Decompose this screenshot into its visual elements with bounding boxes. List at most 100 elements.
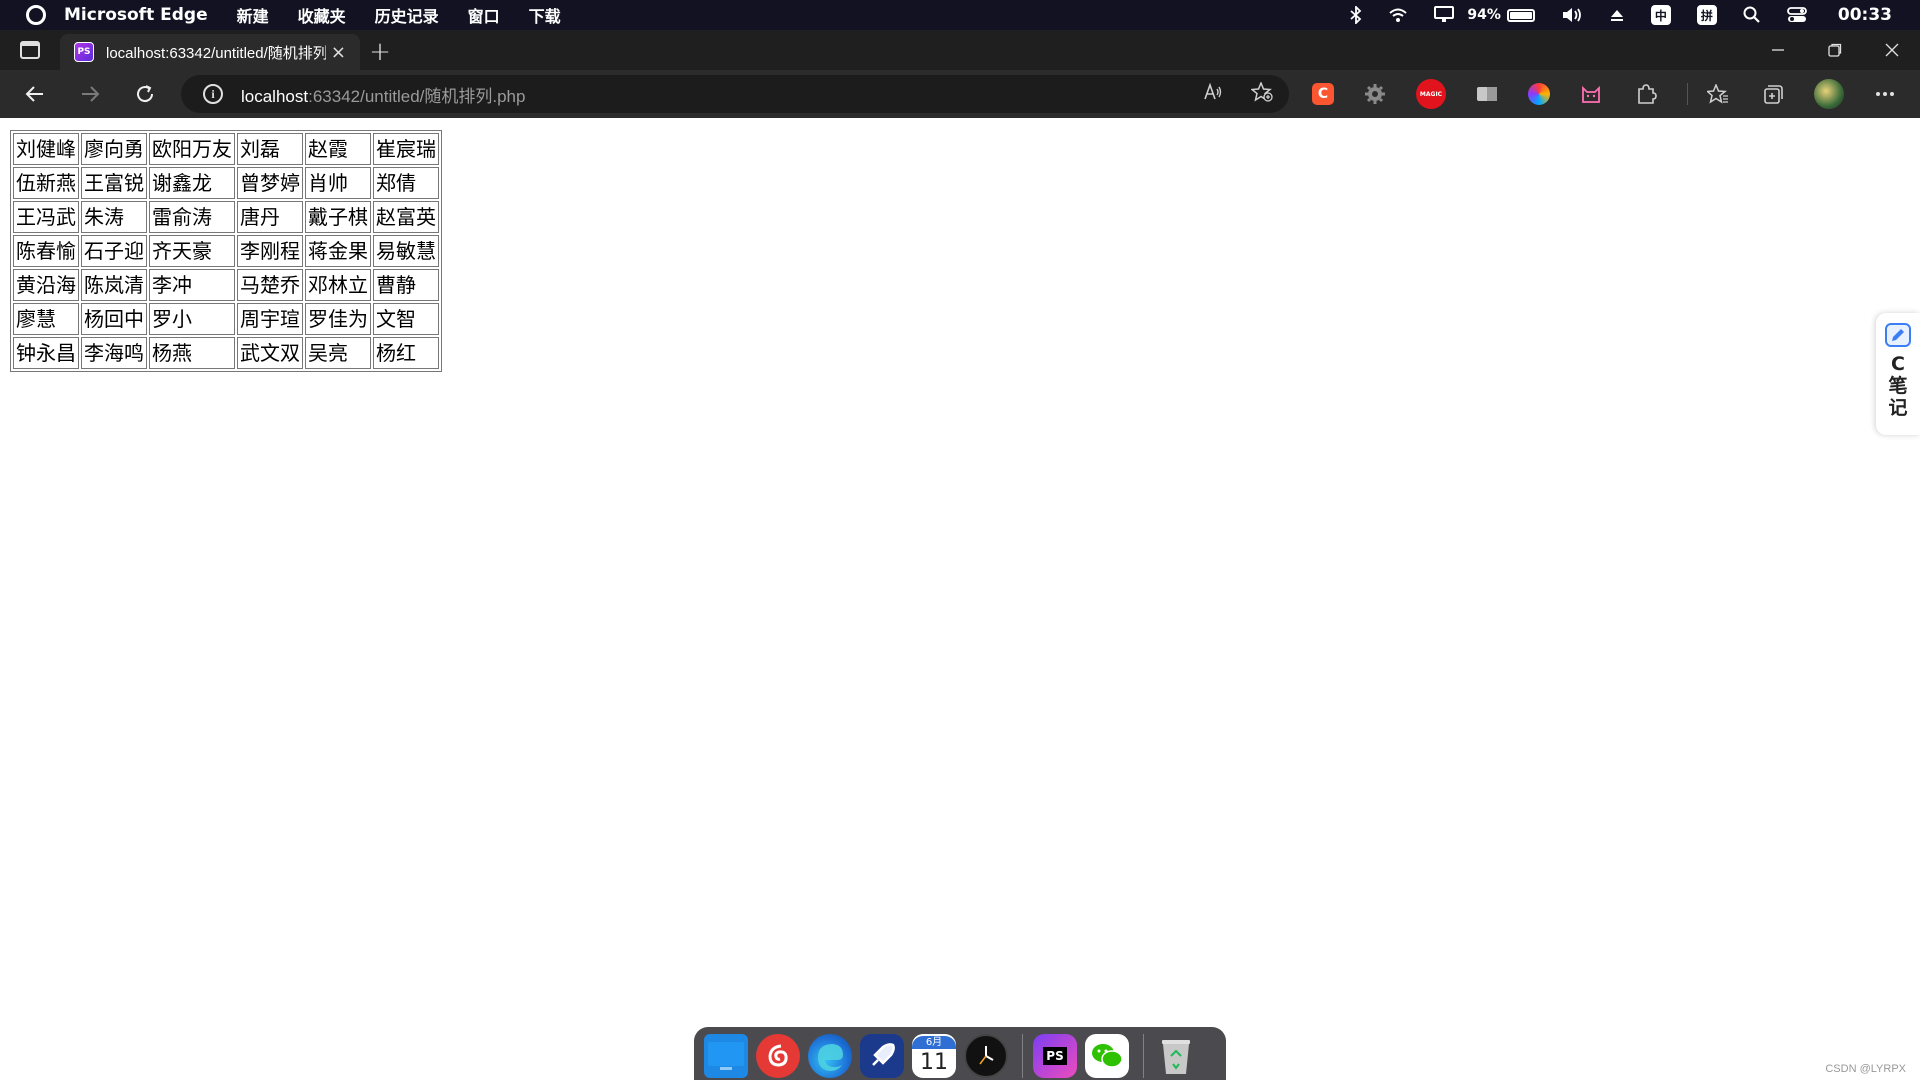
name-cell: 黄沿海 <box>13 269 79 301</box>
calendar-dock-icon[interactable]: 6月 11 <box>912 1034 956 1078</box>
collections-icon[interactable] <box>1759 80 1787 108</box>
restore-button[interactable] <box>1806 30 1863 70</box>
name-cell: 杨回中 <box>81 303 147 335</box>
name-cell: 刘健峰 <box>13 133 79 165</box>
launchpad-rocket-dock-icon[interactable] <box>860 1034 904 1078</box>
table-row: 伍新燕 王富锐 谢鑫龙 曾梦婷 肖帅 郑倩 <box>13 167 439 199</box>
volume-icon[interactable] <box>1561 6 1583 24</box>
name-cell: 欧阳万友 <box>149 133 235 165</box>
more-menu-icon[interactable] <box>1871 80 1899 108</box>
c-notes-side-widget[interactable]: C笔记 <box>1876 313 1920 435</box>
forward-arrow-icon <box>81 86 99 102</box>
menu-history[interactable]: 历史记录 <box>375 3 439 27</box>
app-menu-edge[interactable]: Microsoft Edge <box>64 5 208 25</box>
name-cell: 杨红 <box>373 337 439 369</box>
eject-icon[interactable] <box>1609 7 1625 23</box>
name-cell: 雷俞涛 <box>149 201 235 233</box>
page-content: 刘健峰 廖向勇 欧阳万友 刘磊 赵霞 崔宸瑞 伍新燕 王富锐 谢鑫龙 曾梦婷 肖帅 郑倩 王冯武 朱涛 雷俞… <box>0 118 1920 1080</box>
url-host: localhost <box>241 86 309 106</box>
profile-avatar[interactable] <box>1814 79 1844 109</box>
tab-actions-button[interactable] <box>0 30 60 70</box>
back-button[interactable] <box>7 70 62 118</box>
control-center-icon[interactable] <box>1786 6 1807 24</box>
cat-extension-icon[interactable] <box>1577 80 1605 108</box>
menu-favorites[interactable]: 收藏夹 <box>298 3 346 27</box>
site-info-icon[interactable]: i <box>203 84 223 104</box>
tab-close-icon[interactable]: × <box>331 42 346 63</box>
refresh-button[interactable] <box>117 70 172 118</box>
toolbar-separator <box>1687 83 1688 105</box>
name-cell: 钟永昌 <box>13 337 79 369</box>
magic-extension-icon[interactable]: MAGIC <box>1416 79 1446 109</box>
input-method-chinese-icon[interactable]: 中 <box>1650 5 1671 25</box>
trash-dock-icon[interactable] <box>1154 1034 1198 1078</box>
names-table-body: 刘健峰 廖向勇 欧阳万友 刘磊 赵霞 崔宸瑞 伍新燕 王富锐 谢鑫龙 曾梦婷 肖帅 郑倩 王冯武 朱涛 雷俞… <box>13 133 439 369</box>
minimize-button[interactable] <box>1749 30 1806 70</box>
clock-dock-icon[interactable] <box>964 1034 1008 1078</box>
name-cell: 郑倩 <box>373 167 439 199</box>
name-cell: 吴亮 <box>305 337 371 369</box>
edge-dock-icon[interactable] <box>808 1034 852 1078</box>
name-cell: 陈岚清 <box>81 269 147 301</box>
csdn-extension-icon[interactable]: C <box>1312 83 1334 105</box>
new-tab-button[interactable]: + <box>360 34 400 70</box>
menu-window[interactable]: 窗口 <box>468 3 500 27</box>
name-cell: 谢鑫龙 <box>149 167 235 199</box>
name-cell: 邓林立 <box>305 269 371 301</box>
add-favorite-icon[interactable] <box>1250 80 1273 107</box>
address-url[interactable]: localhost:63342/untitled/随机排列.php <box>241 82 525 107</box>
dock-separator-2 <box>1143 1034 1144 1078</box>
note-pencil-icon <box>1885 323 1911 347</box>
menubar-clock[interactable]: 00:33 <box>1838 5 1892 25</box>
gear-extension-icon[interactable] <box>1361 80 1389 108</box>
name-cell: 陈春愉 <box>13 235 79 267</box>
system-menu-icon[interactable] <box>26 5 46 25</box>
input-method-pinyin-icon[interactable]: 拼 <box>1696 5 1717 25</box>
finder-extension-icon[interactable] <box>1473 80 1501 108</box>
menu-downloads[interactable]: 下载 <box>529 3 561 27</box>
name-cell: 李海鸣 <box>81 337 147 369</box>
name-cell: 武文双 <box>237 337 303 369</box>
calendar-day: 11 <box>920 1049 948 1075</box>
name-cell: 蒋金果 <box>305 235 371 267</box>
battery-icon[interactable] <box>1506 8 1535 22</box>
name-cell: 王冯武 <box>13 201 79 233</box>
display-icon[interactable] <box>1434 6 1455 24</box>
c-notes-label: C笔记 <box>1888 353 1908 419</box>
read-aloud-icon[interactable] <box>1203 82 1223 106</box>
name-cell: 赵霞 <box>305 133 371 165</box>
finder-dock-icon[interactable] <box>704 1034 748 1078</box>
name-cell: 周宇瑄 <box>237 303 303 335</box>
wifi-icon[interactable] <box>1388 7 1408 23</box>
name-cell: 杨燕 <box>149 337 235 369</box>
extensions-puzzle-icon[interactable] <box>1632 80 1660 108</box>
name-cell: 伍新燕 <box>13 167 79 199</box>
url-path: :63342/untitled/随机排列.php <box>308 86 526 106</box>
back-arrow-icon <box>25 86 43 102</box>
phpstorm-label: PS <box>1043 1047 1067 1065</box>
tab-actions-icon <box>20 41 40 59</box>
search-icon[interactable] <box>1743 6 1761 24</box>
name-cell: 戴子棋 <box>305 201 371 233</box>
name-cell: 朱涛 <box>81 201 147 233</box>
names-table: 刘健峰 廖向勇 欧阳万友 刘磊 赵霞 崔宸瑞 伍新燕 王富锐 谢鑫龙 曾梦婷 肖帅 郑倩 王冯武 朱涛 雷俞… <box>10 130 442 372</box>
bluetooth-icon[interactable] <box>1350 6 1362 24</box>
name-cell: 廖慧 <box>13 303 79 335</box>
forward-button[interactable] <box>62 70 117 118</box>
active-tab[interactable]: PS localhost:63342/untitled/随机排列 × <box>60 34 360 70</box>
netease-music-dock-icon[interactable] <box>756 1034 800 1078</box>
address-bar[interactable]: i localhost:63342/untitled/随机排列.php <box>181 75 1289 113</box>
wechat-dock-icon[interactable] <box>1085 1034 1129 1078</box>
phpstorm-dock-icon[interactable]: PS <box>1033 1034 1077 1078</box>
favorites-icon[interactable] <box>1704 80 1732 108</box>
dock: 6月 11 PS <box>694 1027 1226 1080</box>
extensions-bar: C MAGIC <box>1300 70 1920 118</box>
opera-extension-icon[interactable] <box>1528 83 1550 105</box>
menu-new[interactable]: 新建 <box>237 3 269 27</box>
name-cell: 肖帅 <box>305 167 371 199</box>
close-window-button[interactable] <box>1863 30 1920 70</box>
phpstorm-favicon-icon: PS <box>74 42 94 62</box>
dock-separator <box>1022 1034 1023 1078</box>
name-cell: 李刚程 <box>237 235 303 267</box>
table-row: 黄沿海 陈岚清 李冲 马楚乔 邓林立 曹静 <box>13 269 439 301</box>
